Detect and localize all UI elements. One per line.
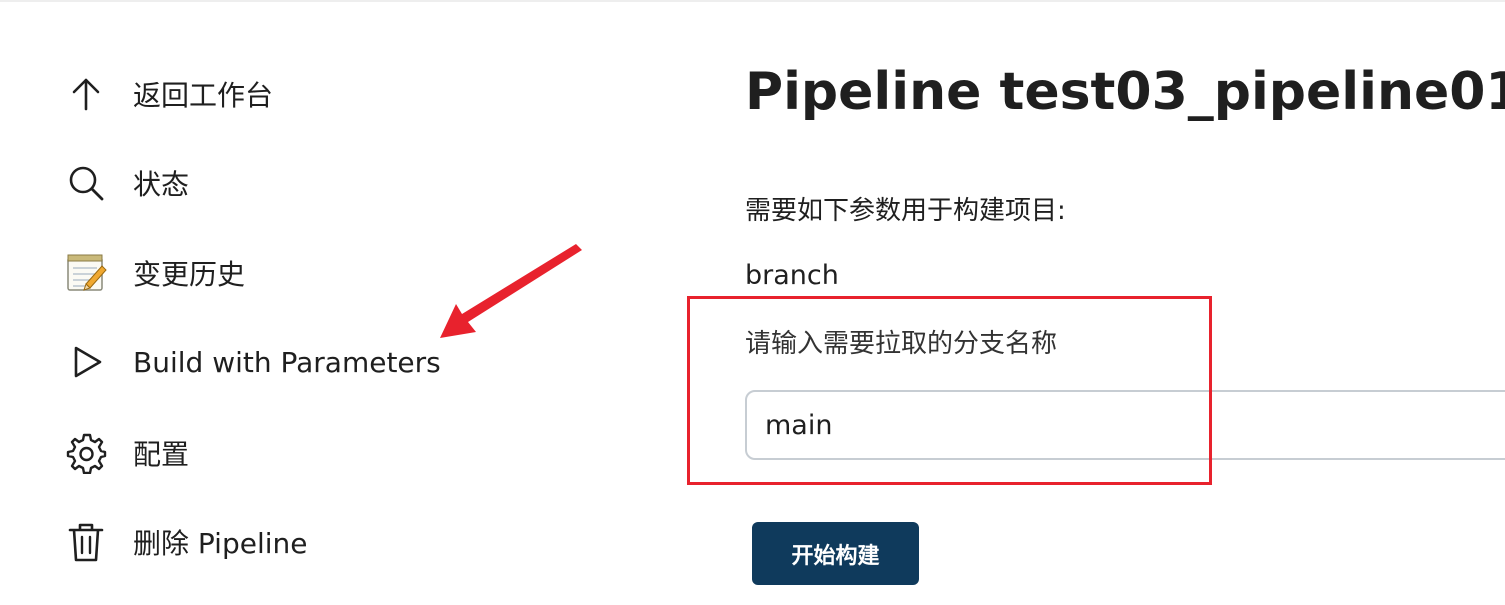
- top-divider: [0, 0, 1505, 2]
- branch-input-wrapper: [745, 390, 1505, 462]
- branch-input[interactable]: [745, 390, 1505, 460]
- trash-icon: [62, 518, 110, 566]
- sidebar-item-label: 状态: [133, 168, 190, 201]
- sidebar-item-label: 配置: [133, 438, 190, 471]
- sidebar-item-changes[interactable]: 变更历史: [62, 243, 245, 303]
- page-title: Pipeline test03_pipeline01: [745, 62, 1505, 122]
- arrow-up-icon: [62, 70, 110, 118]
- sidebar-item-back-to-dashboard[interactable]: 返回工作台: [62, 64, 273, 124]
- sidebar-item-configure[interactable]: 配置: [62, 423, 189, 483]
- parameter-description: 请输入需要拉取的分支名称: [745, 329, 1058, 359]
- sidebar-item-status[interactable]: 状态: [62, 153, 189, 213]
- start-build-button[interactable]: 开始构建: [752, 522, 919, 585]
- gear-icon: [62, 429, 110, 477]
- sidebar-item-label: 返回工作台: [133, 79, 274, 112]
- sidebar-item-label: Build with Parameters: [133, 345, 441, 379]
- notepad-icon: [62, 249, 110, 297]
- sidebar-item-build-with-parameters[interactable]: Build with Parameters: [62, 332, 441, 392]
- sidebar-item-label: 删除 Pipeline: [133, 527, 308, 560]
- search-icon: [62, 159, 110, 207]
- parameters-intro-text: 需要如下参数用于构建项目:: [745, 196, 1066, 226]
- parameter-name: branch: [745, 260, 839, 291]
- sidebar-item-label: 变更历史: [133, 258, 246, 291]
- annotation-arrow-icon: [440, 244, 582, 338]
- play-icon: [62, 338, 110, 386]
- sidebar-item-delete-pipeline[interactable]: 删除 Pipeline: [62, 512, 307, 572]
